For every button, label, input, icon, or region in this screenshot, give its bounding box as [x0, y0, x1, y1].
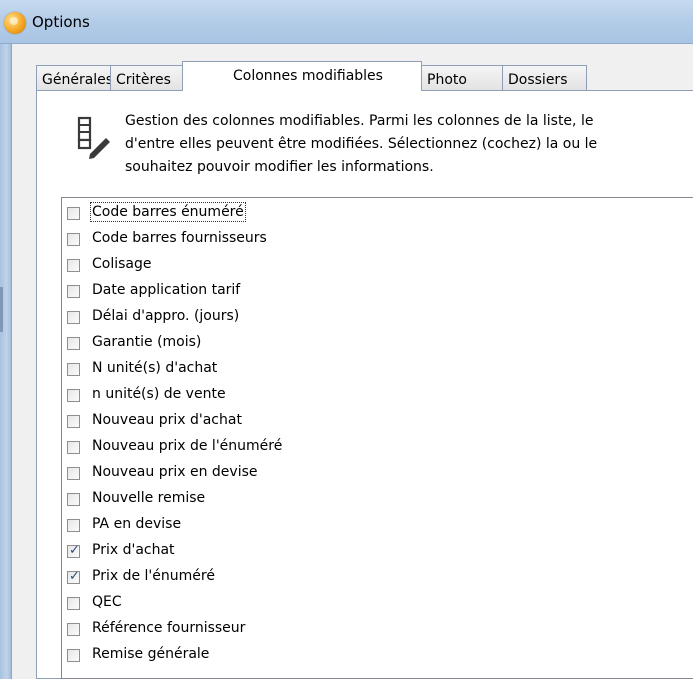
window-frame-left	[0, 44, 12, 679]
list-item-label: Date application tarif	[92, 282, 241, 298]
frame-grip	[0, 287, 3, 332]
list-item[interactable]: PA en devise	[62, 513, 662, 539]
checkbox[interactable]	[67, 623, 80, 636]
list-item[interactable]: Nouveau prix d'achat	[62, 409, 662, 435]
description-line: Gestion des colonnes modifiables. Parmi …	[125, 113, 594, 129]
title-bar[interactable]: Options	[0, 0, 693, 44]
list-item[interactable]: Code barres fournisseurs	[62, 227, 662, 253]
list-item[interactable]: Colisage	[62, 253, 662, 279]
list-item-label: PA en devise	[92, 516, 182, 532]
list-item-label: Prix de l'énuméré	[92, 568, 215, 584]
checkbox[interactable]: ✓	[67, 569, 80, 584]
list-item[interactable]: Remise générale	[62, 643, 662, 669]
list-item[interactable]: Nouvelle remise	[62, 487, 662, 513]
list-item-label: Nouvelle remise	[92, 490, 206, 506]
list-item-label: Nouveau prix d'achat	[92, 412, 242, 428]
checkbox[interactable]	[67, 467, 80, 480]
tab-criteres[interactable]: Critères	[110, 65, 183, 90]
checkbox[interactable]	[67, 597, 80, 610]
list-item-label: Nouveau prix de l'énuméré	[92, 438, 283, 454]
description-line: d'entre elles peuvent être modifiées. Sé…	[125, 136, 598, 152]
list-item[interactable]: ✓ Prix de l'énuméré	[62, 565, 662, 591]
list-item-label: Référence fournisseur	[92, 620, 246, 636]
window-title: Options	[32, 13, 90, 31]
tab-colonnes-modifiables[interactable]: Colonnes modifiables	[182, 61, 422, 91]
checkmark-icon: ✓	[69, 569, 80, 584]
description-text: Gestion des colonnes modifiables. Parmi …	[125, 110, 597, 179]
list-item[interactable]: N unité(s) d'achat	[62, 357, 662, 383]
list-item[interactable]: n unité(s) de vente	[62, 383, 662, 409]
list-item[interactable]: Garantie (mois)	[62, 331, 662, 357]
description-line: souhaitez pouvoir modifier les informati…	[125, 159, 434, 175]
list-item-label: N unité(s) d'achat	[92, 360, 218, 376]
checkbox[interactable]	[67, 207, 80, 220]
checkbox[interactable]: ✓	[67, 543, 80, 558]
list-item-label: Remise générale	[92, 646, 210, 662]
app-orb-icon[interactable]	[4, 12, 26, 34]
tab-generales[interactable]: Générales	[36, 65, 113, 90]
checkbox[interactable]	[67, 519, 80, 532]
checkbox[interactable]	[67, 337, 80, 350]
list-item[interactable]: Code barres énuméré	[62, 201, 662, 227]
checkbox[interactable]	[67, 233, 80, 246]
checkbox[interactable]	[67, 363, 80, 376]
list-item[interactable]: Référence fournisseur	[62, 617, 662, 643]
list-item[interactable]: Nouveau prix de l'énuméré	[62, 435, 662, 461]
list-item[interactable]: ✓ Prix d'achat	[62, 539, 662, 565]
checkbox[interactable]	[67, 259, 80, 272]
list-item[interactable]: Date application tarif	[62, 279, 662, 305]
list-item-label: Nouveau prix en devise	[92, 464, 258, 480]
tab-dossiers[interactable]: Dossiers	[502, 65, 587, 90]
edit-column-icon	[77, 116, 110, 159]
list-item-label: Prix d'achat	[92, 542, 175, 558]
list-item-label: QEC	[92, 594, 122, 610]
list-item-label: n unité(s) de vente	[92, 386, 226, 402]
list-item-label: Délai d'appro. (jours)	[92, 308, 240, 324]
list-item[interactable]: Nouveau prix en devise	[62, 461, 662, 487]
checkbox[interactable]	[67, 441, 80, 454]
list-item-label: Colisage	[92, 256, 152, 272]
checkmark-icon: ✓	[69, 543, 80, 558]
editable-columns-list[interactable]: Code barres énuméré Code barres fourniss…	[61, 197, 693, 679]
list-item-label: Garantie (mois)	[92, 334, 202, 350]
checkbox[interactable]	[67, 493, 80, 506]
checkbox[interactable]	[67, 415, 80, 428]
list-item-label: Code barres énuméré	[90, 202, 246, 222]
list-item[interactable]: QEC	[62, 591, 662, 617]
list-item-label: Code barres fournisseurs	[92, 230, 267, 246]
checkbox[interactable]	[67, 389, 80, 402]
checkbox[interactable]	[67, 311, 80, 324]
tab-photo[interactable]: Photo	[421, 65, 503, 90]
list-item[interactable]: Délai d'appro. (jours)	[62, 305, 662, 331]
checkbox[interactable]	[67, 285, 80, 298]
checkbox[interactable]	[67, 649, 80, 662]
